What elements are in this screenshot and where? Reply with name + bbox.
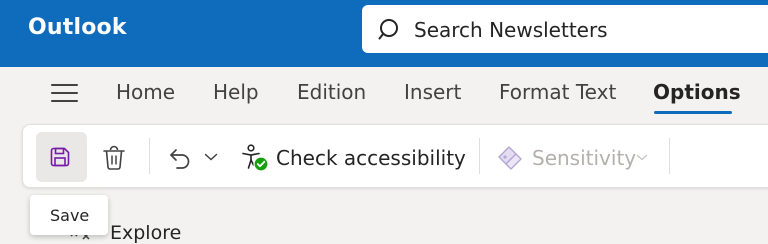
toolbar-divider [669,138,670,174]
tab-edition[interactable]: Edition [297,80,366,104]
trash-icon [103,145,125,170]
sensitivity-label: Sensitivity [532,146,637,170]
toolbar-divider [149,138,150,174]
delete-button[interactable] [95,132,135,182]
undo-button[interactable] [163,132,197,182]
ribbon-tabs: Home Help Edition Insert Format Text Opt… [0,67,768,119]
chevron-down-icon [204,153,218,161]
active-tab-indicator [654,111,732,114]
save-icon [50,147,70,167]
app-header: Outlook Search Newsletters [0,0,768,67]
toolbar-divider [479,138,480,174]
app-name[interactable]: Outlook [28,15,127,40]
tab-format-text[interactable]: Format Text [499,80,616,104]
tab-insert[interactable]: Insert [404,80,461,104]
tab-home[interactable]: Home [116,80,175,104]
check-accessibility-label: Check accessibility [276,146,466,170]
save-button[interactable] [36,132,87,182]
sensitivity-shield-icon [498,146,522,170]
hamburger-menu-icon[interactable] [51,82,78,104]
tab-help[interactable]: Help [213,80,259,104]
check-accessibility-button[interactable]: Check accessibility [238,132,468,182]
undo-icon [170,149,190,169]
save-tooltip: Save [30,195,108,235]
search-box[interactable]: Search Newsletters [362,5,768,53]
sensitivity-button[interactable]: Sensitivity [494,132,654,182]
tooltip-text: Save [50,206,90,225]
tab-options[interactable]: Options [653,80,741,104]
accessibility-checker-icon [242,144,269,172]
undo-dropdown-button[interactable] [201,132,221,182]
search-icon [378,19,398,40]
chevron-down-icon [636,154,648,161]
explore-label: Explore [110,222,182,244]
search-input[interactable]: Search Newsletters [414,18,608,42]
ribbon-toolbar: Check accessibility Sensitivity [22,124,768,188]
